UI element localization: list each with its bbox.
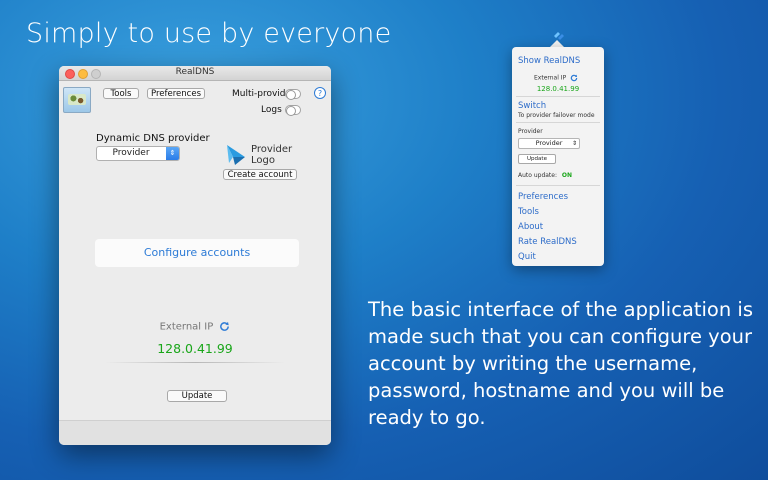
menu-item-tools[interactable]: Tools — [518, 207, 539, 217]
create-account-button[interactable]: Create account — [223, 169, 297, 180]
multi-provider-toggle[interactable] — [285, 89, 301, 100]
menu-provider-label: Provider — [518, 128, 543, 135]
description-text: The basic interface of the application i… — [368, 298, 753, 429]
headline: Simply to use by everyone — [26, 18, 392, 49]
menu-auto-update-label: Auto update: — [518, 172, 557, 179]
menu-item-about[interactable]: About — [518, 222, 543, 232]
window-footer — [59, 420, 331, 445]
menu-separator — [516, 122, 600, 123]
update-button[interactable]: Update — [167, 390, 227, 402]
menu-item-preferences[interactable]: Preferences — [518, 192, 568, 202]
menu-provider-select-value: Provider — [535, 139, 563, 147]
provider-logo-line2: Logo — [251, 155, 275, 166]
provider-select[interactable]: Provider ⇕ — [96, 146, 180, 161]
ip-address-value: 128.0.41.99 — [157, 341, 233, 356]
menu-auto-update-value[interactable]: ON — [562, 172, 572, 179]
menu-external-ip-label: External IP — [534, 74, 578, 82]
chevron-updown-icon: ⇕ — [166, 147, 179, 160]
menu-switch-subtitle: To provider failover mode — [518, 112, 595, 119]
window-title: RealDNS — [175, 67, 215, 77]
menu-item-rate[interactable]: Rate RealDNS — [518, 237, 577, 247]
menu-show-realdns[interactable]: Show RealDNS — [518, 56, 580, 66]
status-menu: Show RealDNS External IP 128.0.41.99 Swi… — [512, 47, 604, 266]
external-ip-label: External IP — [159, 321, 214, 333]
title-bar[interactable]: RealDNS — [59, 66, 331, 81]
menu-update-button[interactable]: Update — [518, 154, 556, 164]
menu-separator — [516, 185, 600, 186]
main-window: RealDNS Tools Preferences Multi-provider… — [59, 66, 331, 445]
logs-label: Logs — [261, 105, 282, 115]
menu-auto-update: Auto update: ON — [518, 172, 572, 179]
divider — [105, 362, 285, 363]
chevron-updown-icon: ⇕ — [571, 140, 577, 147]
tools-button[interactable]: Tools — [103, 88, 139, 99]
external-ip-row: External IP — [59, 321, 331, 333]
menu-switch[interactable]: Switch — [518, 101, 546, 111]
provider-select-value: Provider — [112, 148, 150, 158]
menu-arrow — [550, 40, 564, 47]
logs-toggle[interactable] — [285, 105, 301, 116]
help-button[interactable]: ? — [314, 87, 326, 99]
preferences-button[interactable]: Preferences — [147, 88, 205, 99]
configure-accounts-button[interactable]: Configure accounts — [95, 239, 299, 267]
dns-provider-label: Dynamic DNS provider — [96, 133, 210, 144]
menu-provider-select[interactable]: Provider ⇕ — [518, 138, 580, 149]
menu-item-quit[interactable]: Quit — [518, 252, 536, 262]
provider-logo-line1: Provider — [251, 144, 293, 155]
menu-external-ip-text: External IP — [534, 74, 567, 82]
menu-refresh-icon[interactable] — [570, 74, 578, 82]
app-globe-icon — [63, 87, 91, 113]
refresh-icon[interactable] — [219, 321, 230, 332]
menu-separator — [516, 96, 600, 97]
provider-logo-icon — [227, 145, 245, 165]
provider-logo: Provider Logo — [225, 141, 297, 169]
menu-ip-value: 128.0.41.99 — [536, 85, 580, 93]
